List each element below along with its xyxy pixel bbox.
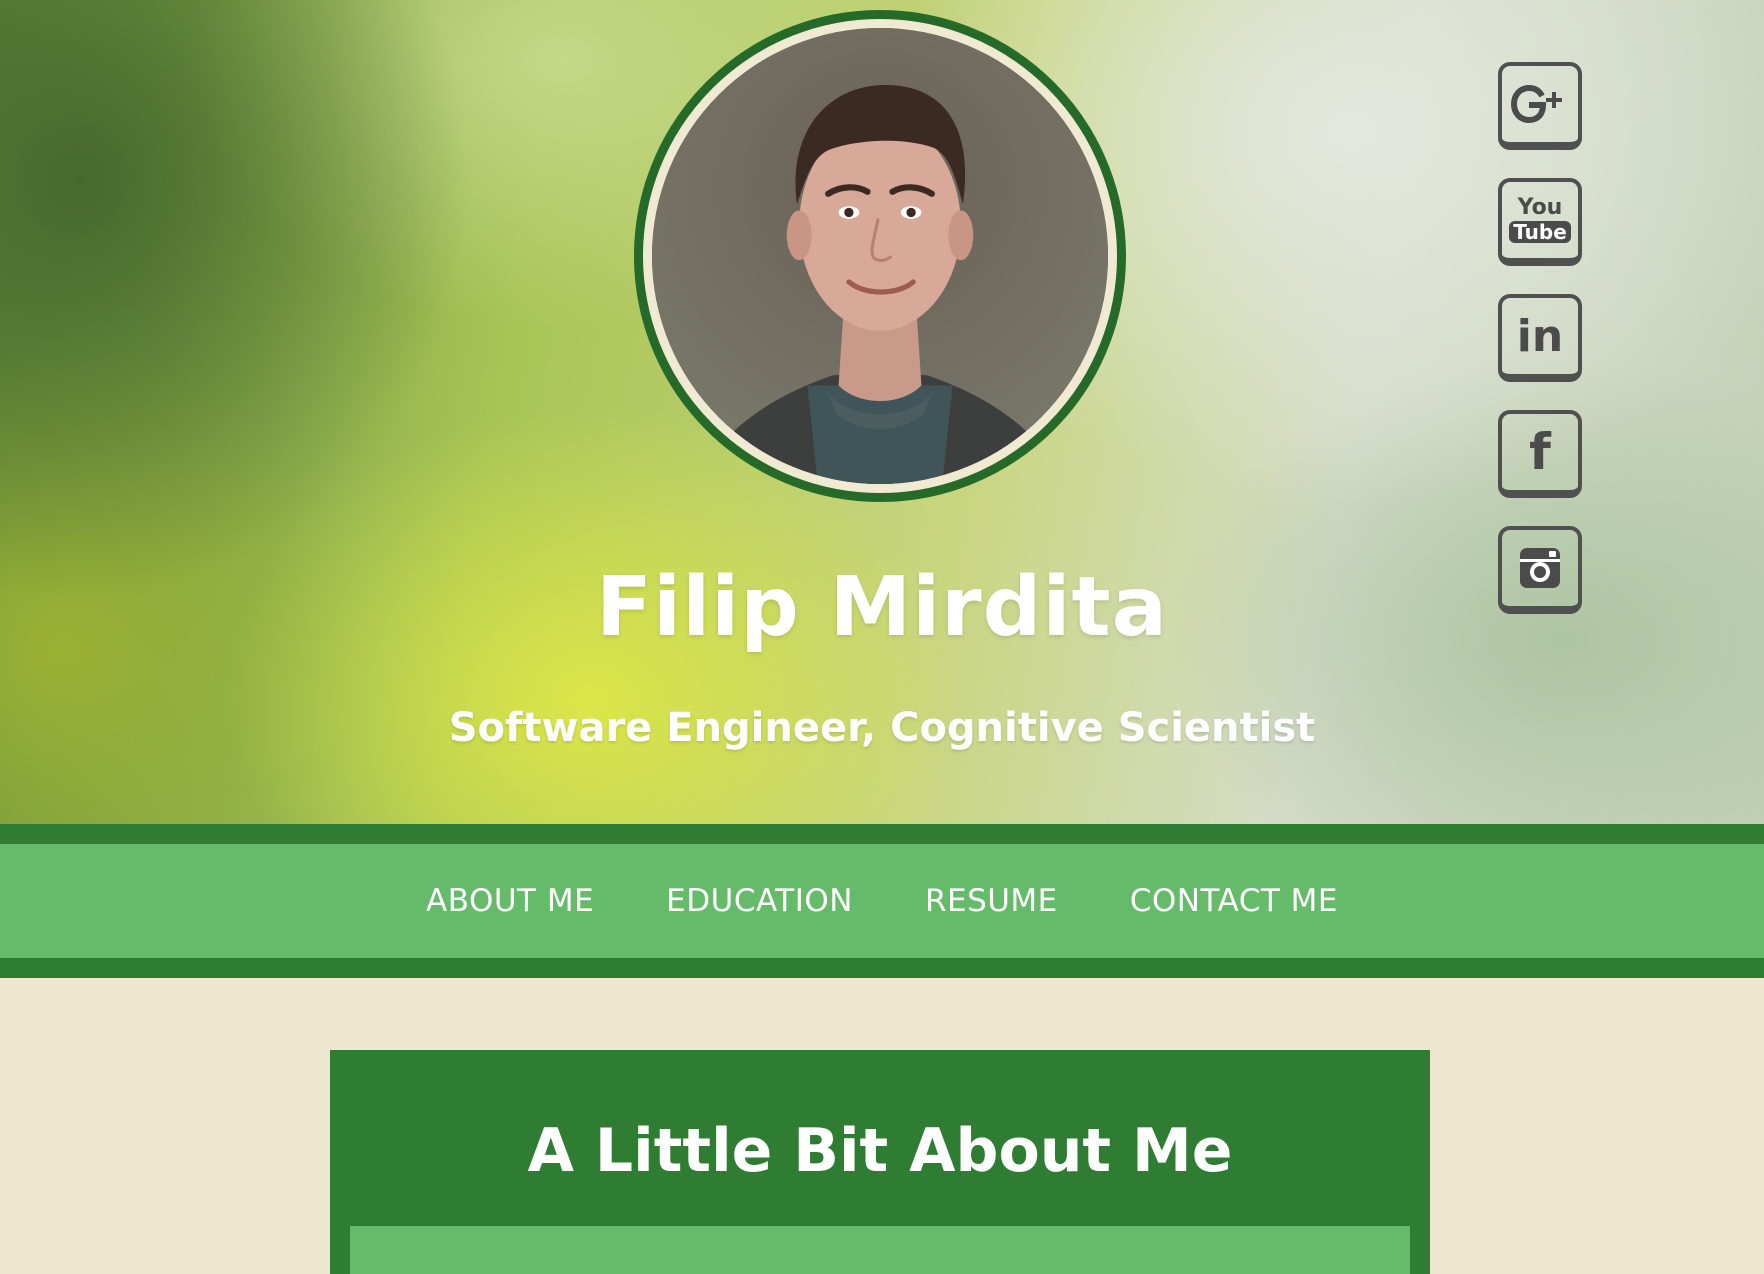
google-plus-link[interactable]	[1498, 62, 1582, 150]
youtube-link[interactable]: You Tube	[1498, 178, 1582, 266]
profile-tagline: Software Engineer, Cognitive Scientist	[448, 705, 1316, 751]
linkedin-link[interactable]: in	[1498, 294, 1582, 382]
nav-contact-me[interactable]: CONTACT ME	[1130, 883, 1338, 919]
nav-about-me[interactable]: ABOUT ME	[426, 883, 594, 919]
instagram-icon	[1502, 530, 1578, 606]
youtube-icon: You Tube	[1502, 182, 1578, 258]
social-links: You Tube in f	[1498, 62, 1582, 642]
linkedin-icon: in	[1516, 310, 1564, 362]
main-nav: ABOUT ME EDUCATION RESUME CONTACT ME	[0, 824, 1764, 978]
google-plus-icon	[1502, 66, 1578, 142]
hero-banner: Filip Mirdita Software Engineer, Cogniti…	[0, 0, 1764, 824]
about-section: A Little Bit About Me	[330, 1050, 1430, 1274]
about-content-panel	[350, 1226, 1410, 1274]
facebook-link[interactable]: f	[1498, 410, 1582, 498]
nav-resume[interactable]: RESUME	[925, 883, 1058, 919]
avatar	[652, 28, 1108, 484]
about-title: A Little Bit About Me	[527, 1116, 1233, 1186]
nav-menu: ABOUT ME EDUCATION RESUME CONTACT ME	[0, 844, 1764, 958]
avatar-frame	[634, 10, 1126, 502]
instagram-link[interactable]	[1498, 526, 1582, 614]
nav-education[interactable]: EDUCATION	[666, 883, 853, 919]
facebook-icon: f	[1529, 423, 1551, 481]
profile-photo	[652, 28, 1108, 484]
